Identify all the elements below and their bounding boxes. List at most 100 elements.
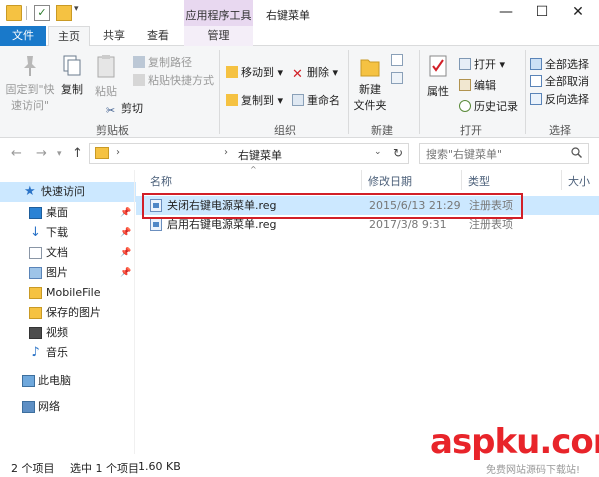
- pin-icon[interactable]: 📌: [120, 263, 131, 283]
- nav-item-network[interactable]: 网络: [0, 397, 136, 417]
- select-all-button[interactable]: 全部选择: [530, 56, 589, 72]
- select-none-button[interactable]: 全部取消: [530, 73, 589, 89]
- edit-button[interactable]: 编辑: [459, 77, 496, 93]
- properties-button[interactable]: 属性: [423, 54, 453, 99]
- divider: [348, 50, 349, 134]
- tab-file[interactable]: 文件: [0, 26, 46, 46]
- nav-item-saved-pictures[interactable]: 保存的图片: [0, 303, 136, 323]
- tab-manage[interactable]: 管理: [184, 26, 253, 46]
- new-folder-label-line1: 新建: [359, 83, 381, 96]
- status-selected-size: 1.60 KB: [138, 460, 181, 473]
- clipboard-group-label: 剪贴板: [96, 124, 129, 137]
- customize-toolbar-icon[interactable]: ▾: [74, 4, 79, 14]
- breadcrumb-current[interactable]: 右键菜单: [238, 147, 282, 163]
- copy-to-button[interactable]: 复制到 ▾: [226, 92, 283, 108]
- select-all-icon: [530, 58, 542, 70]
- pin-quick-access-button[interactable]: 固定到"快 速访问": [4, 54, 56, 113]
- nav-item-label: MobileFile: [46, 286, 101, 299]
- new-folder-quick-icon[interactable]: [56, 5, 72, 21]
- registry-file-icon: [150, 218, 162, 231]
- chevron-down-icon[interactable]: ⌄: [374, 147, 382, 157]
- column-header-size[interactable]: 大小: [568, 173, 590, 189]
- divider[interactable]: [461, 170, 462, 190]
- pin-icon[interactable]: 📌: [120, 203, 131, 223]
- nav-item-videos[interactable]: 视频: [0, 323, 136, 343]
- new-item-icon[interactable]: [391, 54, 403, 66]
- tab-view[interactable]: 查看: [138, 26, 178, 46]
- nav-item-desktop[interactable]: 桌面 📌: [0, 203, 136, 223]
- divider: [26, 6, 27, 20]
- nav-item-label: 下载: [46, 226, 68, 239]
- cut-label: 剪切: [121, 102, 143, 115]
- sort-ascending-icon: ^: [250, 165, 257, 174]
- new-folder-button[interactable]: 新建 文件夹: [351, 54, 389, 113]
- pin-icon[interactable]: 📌: [120, 243, 131, 263]
- search-box[interactable]: [419, 143, 589, 164]
- divider: [525, 50, 526, 134]
- nav-item-pictures[interactable]: 图片 📌: [0, 263, 136, 283]
- open-button[interactable]: 打开 ▾: [459, 56, 505, 72]
- history-icon: [459, 100, 471, 112]
- nav-item-downloads[interactable]: ↓ 下载 📌: [0, 223, 136, 243]
- search-icon[interactable]: [571, 147, 582, 158]
- easy-access-icon[interactable]: [391, 72, 403, 84]
- paste-shortcut-label: 粘贴快捷方式: [148, 74, 214, 87]
- video-icon: [29, 327, 42, 339]
- refresh-icon[interactable]: ↻: [393, 146, 403, 160]
- tab-home[interactable]: 主页: [48, 26, 90, 47]
- pictures-icon: [29, 267, 42, 279]
- nav-item-this-pc[interactable]: 此电脑: [0, 371, 136, 391]
- copy-icon: [63, 55, 81, 76]
- delete-icon: ✕: [292, 67, 303, 82]
- up-arrow-icon[interactable]: ↑: [72, 146, 83, 161]
- column-header-row: ^ 名称 修改日期 类型 大小: [136, 165, 599, 190]
- paste-label: 粘贴: [95, 85, 117, 98]
- divider[interactable]: [561, 170, 562, 190]
- scrollbar[interactable]: [134, 170, 135, 454]
- breadcrumb-chevron-icon[interactable]: ›: [116, 147, 120, 158]
- divider: [219, 50, 220, 134]
- maximize-button[interactable]: ☐: [527, 0, 557, 26]
- forward-arrow-icon[interactable]: →: [36, 146, 47, 161]
- invert-selection-label: 反向选择: [545, 93, 589, 106]
- history-button[interactable]: 历史记录: [459, 98, 518, 114]
- copy-path-button[interactable]: 复制路径: [133, 54, 192, 70]
- delete-button[interactable]: ✕ 删除 ▾: [292, 64, 338, 81]
- move-to-button[interactable]: 移动到 ▾: [226, 64, 283, 80]
- nav-item-quick-access[interactable]: ★ 快速访问: [0, 182, 136, 202]
- search-input[interactable]: [426, 145, 571, 163]
- invert-selection-button[interactable]: 反向选择: [530, 91, 589, 107]
- minimize-button[interactable]: —: [491, 0, 521, 26]
- column-header-name[interactable]: 名称: [150, 173, 172, 189]
- recent-locations-icon[interactable]: ▾: [57, 149, 62, 159]
- rename-button[interactable]: 重命名: [292, 92, 340, 108]
- cut-button[interactable]: ✂ 剪切: [106, 100, 143, 117]
- paste-button[interactable]: 粘贴: [89, 54, 123, 99]
- properties-quick-icon[interactable]: ✓: [34, 5, 50, 21]
- copy-label: 复制: [61, 83, 83, 96]
- tab-share[interactable]: 共享: [94, 26, 134, 46]
- paste-shortcut-icon: [133, 74, 145, 86]
- clipboard-icon: [97, 55, 115, 78]
- nav-item-label: 视频: [46, 326, 68, 339]
- nav-item-label: 网络: [38, 400, 60, 413]
- close-button[interactable]: ✕: [563, 0, 593, 26]
- nav-item-music[interactable]: ♪ 音乐: [0, 343, 136, 363]
- nav-item-label: 音乐: [46, 346, 68, 359]
- folder-icon: [29, 307, 42, 319]
- nav-item-documents[interactable]: 文档 📌: [0, 243, 136, 263]
- address-bar[interactable]: › › 右键菜单 ⌄ ↻: [89, 143, 409, 164]
- folder-icon[interactable]: [6, 5, 22, 21]
- divider[interactable]: [361, 170, 362, 190]
- breadcrumb-chevron-icon[interactable]: ›: [224, 147, 228, 158]
- select-group-label: 选择: [549, 124, 571, 137]
- nav-item-mobilefile[interactable]: MobileFile: [0, 283, 136, 303]
- rename-icon: [292, 94, 304, 106]
- column-header-date[interactable]: 修改日期: [368, 173, 412, 189]
- watermark: aspku.com 免费网站源码下载站!: [424, 422, 599, 476]
- paste-shortcut-button[interactable]: 粘贴快捷方式: [133, 72, 214, 88]
- back-arrow-icon[interactable]: ←: [11, 146, 22, 161]
- copy-button[interactable]: 复制: [56, 54, 88, 97]
- pin-icon[interactable]: 📌: [120, 223, 131, 243]
- column-header-type[interactable]: 类型: [468, 173, 490, 189]
